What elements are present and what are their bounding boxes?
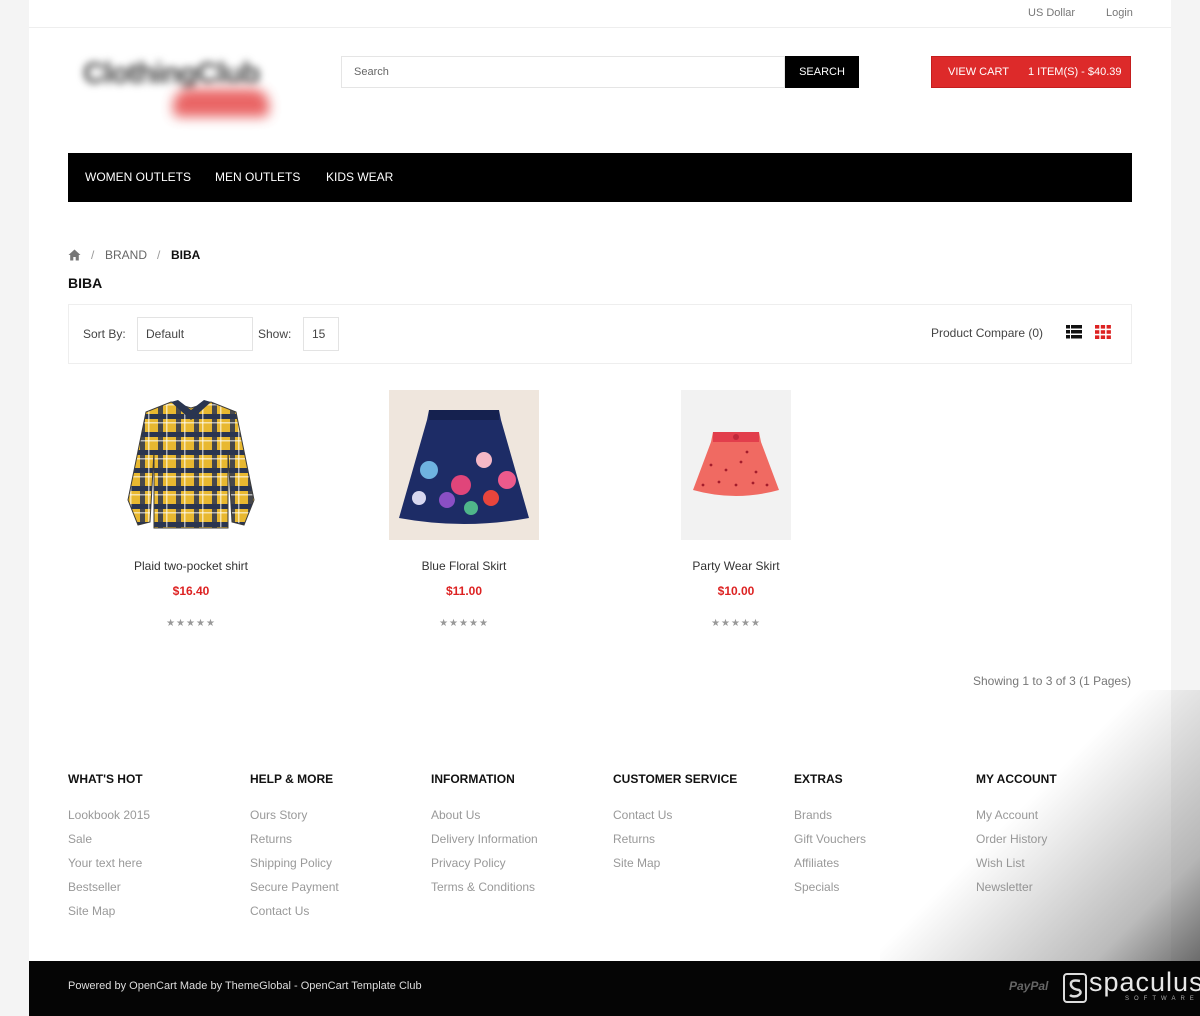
- footer-column-title: MY ACCOUNT: [976, 772, 1057, 786]
- product-price: $11.00: [445, 584, 483, 598]
- sort-select[interactable]: Default: [137, 317, 253, 351]
- footer-column: CUSTOMER SERVICE Contact Us Returns Site…: [613, 772, 793, 870]
- spaculus-watermark: spaculus SOFTWARE: [1063, 967, 1200, 1009]
- product-name[interactable]: Plaid two-pocket shirt: [61, 559, 321, 573]
- breadcrumb-brand[interactable]: BRAND: [105, 248, 147, 262]
- nav-item-women-outlets[interactable]: WOMEN OUTLETS: [85, 170, 191, 184]
- footer-column: INFORMATION About Us Delivery Informatio…: [431, 772, 611, 894]
- main-nav: WOMEN OUTLETS MEN OUTLETS KIDS WEAR: [68, 153, 1132, 202]
- cart-button[interactable]: VIEW CART 1 ITEM(S) - $40.39: [931, 56, 1131, 88]
- footer-column: MY ACCOUNT My Account Order History Wish…: [976, 772, 1156, 894]
- product-image-plaid-shirt[interactable]: [116, 390, 266, 540]
- product-compare-link[interactable]: Product Compare (0): [931, 326, 1043, 340]
- footer-link[interactable]: Terms & Conditions: [431, 880, 535, 894]
- rating-stars-icon: ★★★★★: [711, 618, 761, 629]
- site-logo[interactable]: ClothingClub: [81, 55, 291, 125]
- footer-link[interactable]: Secure Payment: [250, 880, 339, 894]
- footer-link[interactable]: Brands: [794, 808, 832, 822]
- list-view-icon[interactable]: [1066, 325, 1082, 339]
- hanger-icon: [173, 89, 269, 117]
- footer-column-title: CUSTOMER SERVICE: [613, 772, 738, 786]
- footer-link[interactable]: Specials: [794, 880, 839, 894]
- footer-link[interactable]: Ours Story: [250, 808, 307, 822]
- show-select[interactable]: 15: [303, 317, 339, 351]
- footer-link[interactable]: Sale: [68, 832, 92, 846]
- spaculus-subtext: SOFTWARE: [1125, 996, 1199, 1002]
- currency-selector[interactable]: US Dollar: [1028, 7, 1075, 19]
- footer-link[interactable]: My Account: [976, 808, 1038, 822]
- footer-link[interactable]: Contact Us: [613, 808, 672, 822]
- footer-link[interactable]: Your text here: [68, 856, 142, 870]
- footer-link[interactable]: Shipping Policy: [250, 856, 332, 870]
- footer-link[interactable]: Wish List: [976, 856, 1025, 870]
- footer-link[interactable]: Bestseller: [68, 880, 121, 894]
- login-link[interactable]: Login: [1106, 7, 1133, 19]
- search-input[interactable]: [341, 56, 785, 88]
- page-container: US Dollar Login ClothingClub SEARCH VIEW…: [29, 0, 1171, 1016]
- grid-view-icon[interactable]: [1095, 325, 1111, 339]
- product-price: $16.40: [172, 584, 210, 598]
- footer-column-title: WHAT'S HOT: [68, 772, 143, 786]
- footer-column: HELP & MORE Ours Story Returns Shipping …: [250, 772, 430, 918]
- footer-column: EXTRAS Brands Gift Vouchers Affiliates S…: [794, 772, 974, 894]
- paypal-logo: PayPal: [1009, 979, 1049, 993]
- footer-link[interactable]: Newsletter: [976, 880, 1033, 894]
- footer-column-title: INFORMATION: [431, 772, 515, 786]
- search-button[interactable]: SEARCH: [785, 56, 859, 88]
- breadcrumb-separator: /: [91, 248, 95, 262]
- page-title: BIBA: [68, 275, 103, 291]
- footer-bottom-bar: Powered by OpenCart Made by ThemeGlobal …: [29, 961, 1200, 1016]
- footer-column-title: EXTRAS: [794, 772, 843, 786]
- search-bar: SEARCH: [341, 56, 859, 88]
- spaculus-wordmark: spaculus: [1089, 967, 1200, 997]
- product-name[interactable]: Party Wear Skirt: [606, 559, 866, 573]
- footer-link[interactable]: Delivery Information: [431, 832, 538, 846]
- footer-link[interactable]: Site Map: [68, 904, 115, 918]
- nav-item-men-outlets[interactable]: MEN OUTLETS: [215, 170, 300, 184]
- rating-stars-icon: ★★★★★: [166, 618, 216, 629]
- footer-link[interactable]: Privacy Policy: [431, 856, 506, 870]
- cart-summary: 1 ITEM(S) - $40.39: [1028, 66, 1122, 78]
- footer-link[interactable]: Site Map: [613, 856, 660, 870]
- footer-link[interactable]: Returns: [250, 832, 292, 846]
- home-icon[interactable]: [68, 249, 81, 261]
- pagination-results: Showing 1 to 3 of 3 (1 Pages): [973, 674, 1132, 688]
- footer-link[interactable]: Gift Vouchers: [794, 832, 866, 846]
- powered-by-text: Powered by OpenCart Made by ThemeGlobal …: [68, 980, 422, 992]
- footer-link[interactable]: Lookbook 2015: [68, 808, 150, 822]
- footer-link[interactable]: About Us: [431, 808, 480, 822]
- view-cart-label: VIEW CART: [948, 66, 1009, 78]
- product-price: $10.00: [717, 584, 755, 598]
- breadcrumb-separator: /: [157, 248, 161, 262]
- footer-link[interactable]: Order History: [976, 832, 1047, 846]
- spaculus-logo-icon: [1063, 973, 1087, 1003]
- product-image-blue-floral-skirt[interactable]: [389, 390, 539, 540]
- rating-stars-icon: ★★★★★: [439, 618, 489, 629]
- logo-text: ClothingClub: [83, 57, 260, 90]
- top-bar: US Dollar Login: [29, 0, 1171, 28]
- product-image-party-wear-skirt[interactable]: [681, 390, 791, 540]
- footer-column-title: HELP & MORE: [250, 772, 334, 786]
- nav-item-kids-wear[interactable]: KIDS WEAR: [326, 170, 393, 184]
- breadcrumb-current[interactable]: BIBA: [171, 248, 200, 262]
- product-name[interactable]: Blue Floral Skirt: [334, 559, 594, 573]
- footer-link[interactable]: Returns: [613, 832, 655, 846]
- footer-link[interactable]: Contact Us: [250, 904, 309, 918]
- sort-label: Sort By:: [83, 327, 126, 341]
- product-toolbar: Sort By: Default Show: 15 Product Compar…: [68, 304, 1132, 364]
- footer-column: WHAT'S HOT Lookbook 2015 Sale Your text …: [68, 772, 248, 918]
- footer-link[interactable]: Affiliates: [794, 856, 839, 870]
- show-label: Show:: [258, 327, 292, 341]
